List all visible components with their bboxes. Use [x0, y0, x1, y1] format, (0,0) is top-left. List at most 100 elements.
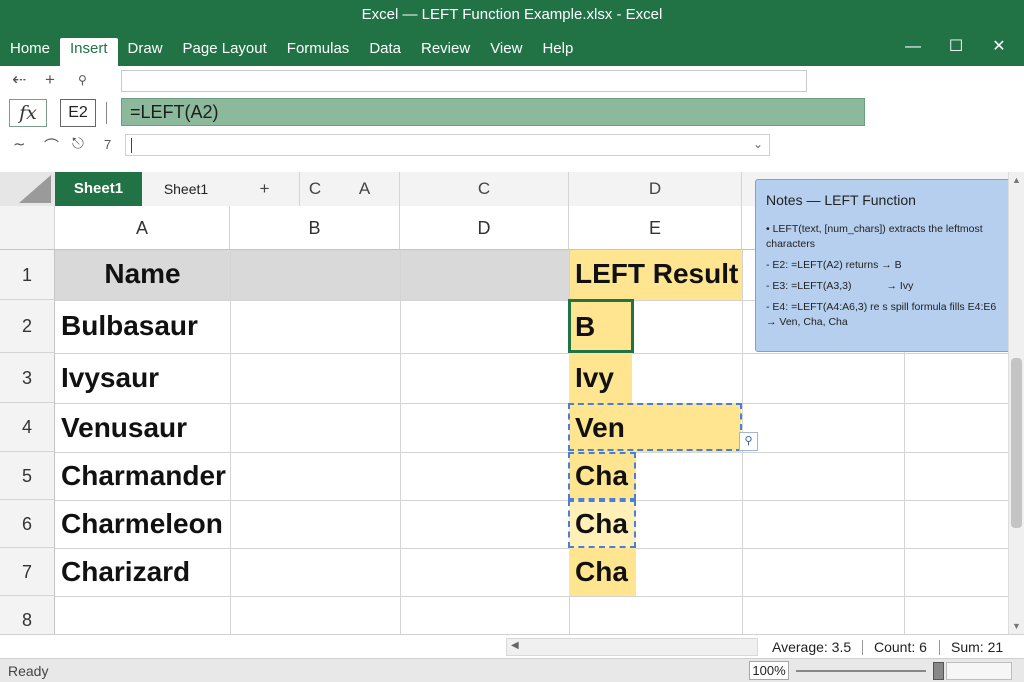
chevron-down-icon[interactable]: ⌄ [753, 137, 763, 151]
cell-a4[interactable]: Venusaur [55, 412, 187, 444]
grid-hline [55, 548, 1008, 549]
stat-divider [862, 640, 863, 655]
top-header-c2[interactable]: C [400, 172, 569, 206]
cell-a1[interactable]: Name [55, 258, 230, 290]
count-stat: Count: 6 [874, 639, 927, 655]
zoom-slider-track[interactable] [796, 670, 926, 672]
sheet-tab[interactable]: Sheet1 [142, 172, 230, 206]
zoom-max-box[interactable] [946, 662, 1012, 680]
status-bar: Ready 100% [0, 658, 1024, 682]
row-header-5[interactable]: 5 [0, 452, 55, 500]
grid-hline [55, 452, 1008, 453]
formula-input[interactable]: =LEFT(A2) [121, 98, 865, 126]
scroll-thumb[interactable] [1011, 358, 1022, 528]
sub-input[interactable]: ⌄ [125, 134, 770, 156]
cell-a3[interactable]: Ivysaur [55, 362, 159, 394]
maximize-icon[interactable]: ☐ [936, 36, 976, 58]
cell-e3[interactable]: Ivy [569, 362, 614, 394]
cell-a6[interactable]: Charmeleon [55, 508, 223, 540]
spill-border-e4 [568, 403, 742, 451]
top-search-box[interactable] [121, 70, 807, 92]
notes-line: - E3: =LEFT(A3,3) → Ivy [766, 280, 914, 292]
grid-vline [230, 250, 231, 634]
quick-access-toolbar: ⇠ + ⚲ [0, 66, 1024, 96]
tab-page-layout[interactable]: Page Layout [173, 38, 277, 68]
row-header-3[interactable]: 3 [0, 353, 55, 403]
window-title: Excel — LEFT Function Example.xlsx - Exc… [361, 6, 663, 23]
select-all-triangle [19, 175, 51, 203]
ribbon-tabs: Home Insert Draw Page Layout Formulas Da… [0, 36, 583, 66]
number-label: 7 [104, 137, 112, 152]
tab-formulas[interactable]: Formulas [277, 38, 360, 68]
col-header-d[interactable]: D [400, 206, 569, 250]
cell-e1[interactable]: LEFT Result [569, 258, 738, 290]
back-arrow-icon[interactable]: ⇠ [12, 70, 26, 90]
spill-border-e6 [568, 500, 636, 548]
cell-a7[interactable]: Charizard [55, 556, 190, 588]
sub-toolbar: ∼ ⌒ ⎋ 7 ⌄ [0, 130, 1024, 160]
tab-view[interactable]: View [480, 38, 532, 68]
tab-help[interactable]: Help [532, 38, 583, 68]
title-bar: Excel — LEFT Function Example.xlsx - Exc… [0, 0, 1024, 66]
zoom-level[interactable]: 100% [749, 661, 789, 680]
grid-hline [55, 353, 1008, 354]
row-header-8[interactable]: 8 [0, 596, 55, 634]
ready-status: Ready [8, 663, 49, 679]
horizontal-scrollbar[interactable]: ◀ [506, 638, 758, 656]
average-stat: Average: 3.5 [772, 639, 852, 655]
tilde-icon[interactable]: ∼ [13, 135, 26, 153]
name-box[interactable]: E2 [60, 99, 96, 127]
notes-line: - E2: =LEFT(A2) returns → B [766, 259, 902, 271]
active-cell-border [568, 299, 634, 353]
tab-data[interactable]: Data [359, 38, 411, 68]
grid-hline [55, 596, 1008, 597]
formula-separator [106, 102, 107, 124]
select-all-corner[interactable] [0, 172, 55, 206]
col-header-corner [0, 206, 55, 250]
row-header-1[interactable]: 1 [0, 250, 55, 300]
fx-button[interactable]: fx [9, 99, 47, 127]
scroll-left-icon[interactable]: ◀ [511, 640, 519, 651]
tab-insert[interactable]: Insert [60, 38, 118, 66]
tab-home[interactable]: Home [0, 38, 60, 68]
grid-hline [55, 403, 1008, 404]
lock-icon[interactable]: ⎋ [72, 135, 84, 152]
scroll-down-icon[interactable]: ▼ [1012, 621, 1021, 631]
search-icon[interactable]: ⚲ [78, 73, 87, 87]
minimize-icon[interactable]: — [893, 36, 933, 58]
sum-stat: Sum: 21 [951, 639, 1004, 655]
notes-title: Notes — LEFT Function [766, 192, 916, 208]
row-header-2[interactable]: 2 [0, 300, 55, 353]
col-header-e[interactable]: E [569, 206, 742, 250]
cell-a5[interactable]: Charmander [55, 460, 226, 492]
vertical-scrollbar[interactable]: ▲ ▼ [1008, 172, 1024, 634]
zoom-slider-thumb[interactable] [933, 662, 944, 680]
tab-draw[interactable]: Draw [118, 38, 173, 68]
row-header-4[interactable]: 4 [0, 403, 55, 452]
spill-border-e5 [568, 452, 636, 500]
row-header-7[interactable]: 7 [0, 548, 55, 596]
top-header-a[interactable]: A [330, 172, 400, 206]
scroll-up-icon[interactable]: ▲ [1012, 175, 1021, 185]
grid-hline [55, 500, 1008, 501]
close-icon[interactable]: ✕ [979, 36, 1019, 58]
cell-e7[interactable]: Cha [569, 556, 628, 588]
tab-review[interactable]: Review [411, 38, 480, 68]
quick-analysis-icon[interactable]: ⚲ [739, 432, 758, 451]
sheet-tab-active[interactable]: Sheet1 [55, 172, 142, 206]
top-header-plus[interactable]: + [230, 172, 300, 206]
arc-icon[interactable]: ⌒ [44, 135, 59, 156]
notes-box: Notes — LEFT Function • LEFT(text, [num_… [755, 179, 1014, 352]
col-header-b[interactable]: B [230, 206, 400, 250]
notes-line: • LEFT(text, [num_chars]) extracts the l… [766, 223, 983, 250]
row-header-6[interactable]: 6 [0, 500, 55, 548]
text-cursor [131, 138, 132, 153]
top-header-d[interactable]: D [569, 172, 742, 206]
grid-vline [400, 250, 401, 634]
top-header-c1[interactable]: C [300, 172, 330, 206]
cell-a2[interactable]: Bulbasaur [55, 310, 198, 342]
formula-bar: fx E2 =LEFT(A2) [0, 96, 1024, 130]
stat-divider [939, 640, 940, 655]
plus-icon[interactable]: + [45, 70, 55, 90]
col-header-a[interactable]: A [55, 206, 230, 250]
